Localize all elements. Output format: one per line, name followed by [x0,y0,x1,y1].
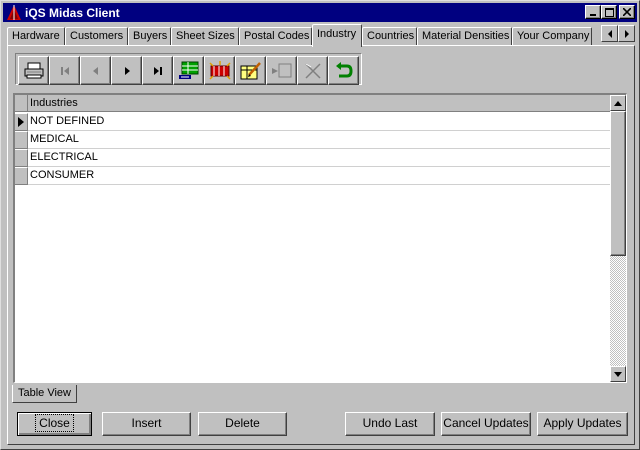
vertical-scrollbar[interactable] [610,95,626,382]
scroll-down-button[interactable] [610,366,626,382]
minimize-button[interactable] [585,5,601,19]
cancel-edit-icon [304,62,321,79]
undo-last-button-label: Undo Last [362,416,418,430]
maximize-icon [604,7,614,17]
tab-countries[interactable]: Countries [362,27,417,46]
grid-header: Industries [15,95,611,112]
industry-cell[interactable]: CONSUMER [28,167,611,185]
insert-record-icon [178,61,198,79]
tab-scroll-left-button[interactable] [601,25,618,42]
first-record-button[interactable] [49,56,80,85]
close-icon [623,8,631,16]
grid-body: Industries NOT DEFINED MEDICAL ELECTRICA… [15,95,611,382]
industry-cell[interactable]: MEDICAL [28,131,611,149]
minimize-icon [590,14,596,16]
undo-last-button[interactable]: Undo Last [345,412,435,436]
tab-hardware[interactable]: Hardware [7,27,65,46]
next-record-icon [124,66,130,75]
last-record-button[interactable] [142,56,173,85]
table-row[interactable]: ELECTRICAL [15,149,611,167]
table-row[interactable]: CONSUMER [15,167,611,185]
tab-scroll-buttons [601,25,635,42]
maximize-button[interactable] [601,5,617,19]
delete-button[interactable]: Delete [198,412,287,436]
prior-record-icon [92,66,98,75]
delete-button-label: Delete [225,416,260,430]
arrow-right-icon [624,29,629,38]
tab-sheet-sizes[interactable]: Sheet Sizes [171,27,239,46]
first-record-icon [60,66,69,75]
table-row[interactable]: NOT DEFINED [15,113,611,131]
window-title: iQS Midas Client [25,5,120,20]
tab-postal-codes[interactable]: Postal Codes [239,27,312,46]
last-record-icon [153,66,162,75]
insert-record-button[interactable] [173,56,204,85]
arrow-up-icon [614,100,622,106]
industry-cell[interactable]: ELECTRICAL [28,149,611,167]
close-button[interactable]: Close [17,412,92,436]
tab-your-company[interactable]: Your Company [512,27,592,46]
industries-grid[interactable]: Industries NOT DEFINED MEDICAL ELECTRICA… [13,93,627,383]
industry-cell[interactable]: NOT DEFINED [28,113,611,131]
edit-record-icon [240,61,261,79]
navigator-toolbar [15,53,362,85]
close-window-button[interactable] [619,5,635,19]
scroll-up-button[interactable] [610,95,626,111]
tab-customers[interactable]: Customers [65,27,128,46]
print-button[interactable] [18,56,49,85]
current-row-arrow-icon [18,117,24,127]
title-bar[interactable]: iQS Midas Client [3,3,637,22]
close-button-label: Close [35,414,74,432]
apply-updates-button-label: Apply Updates [543,416,622,430]
refresh-icon [335,61,353,77]
insert-button-label: Insert [131,416,162,430]
tab-strip: Hardware Customers Buyers Sheet Sizes Po… [7,24,607,47]
edit-record-button[interactable] [235,56,266,85]
apply-updates-button[interactable]: Apply Updates [537,412,628,436]
row-indicator[interactable] [15,113,28,131]
tab-buyers[interactable]: Buyers [128,27,171,46]
cancel-updates-button-label: Cancel Updates [443,416,529,430]
arrow-left-icon [607,29,612,38]
cancel-edit-button[interactable] [297,56,328,85]
table-row[interactable]: MEDICAL [15,131,611,149]
tab-table-view[interactable]: Table View [12,385,77,403]
prior-record-button[interactable] [80,56,111,85]
post-record-icon [271,63,291,77]
next-record-button[interactable] [111,56,142,85]
indicator-header [15,95,28,112]
delete-record-button[interactable] [204,56,235,85]
post-record-button[interactable] [266,56,297,85]
arrow-down-icon [614,371,622,377]
insert-button[interactable]: Insert [102,412,191,436]
main-window: iQS Midas Client Hardware Customers Buye… [0,0,640,450]
scrollbar-thumb[interactable] [610,111,626,256]
print-icon [24,62,43,78]
caption-buttons [585,5,635,19]
row-indicator[interactable] [15,149,28,167]
app-logo-icon [6,5,22,21]
tab-scroll-right-button[interactable] [618,25,635,42]
tab-industry[interactable]: Industry [312,24,362,47]
cancel-updates-button[interactable]: Cancel Updates [441,412,531,436]
row-indicator[interactable] [15,167,28,185]
delete-record-icon [208,60,231,80]
industry-tab-page: Industries NOT DEFINED MEDICAL ELECTRICA… [7,45,635,445]
row-indicator[interactable] [15,131,28,149]
tab-material-densities[interactable]: Material Densities [417,27,512,46]
refresh-button[interactable] [328,56,359,85]
column-header-industries[interactable]: Industries [28,95,611,112]
